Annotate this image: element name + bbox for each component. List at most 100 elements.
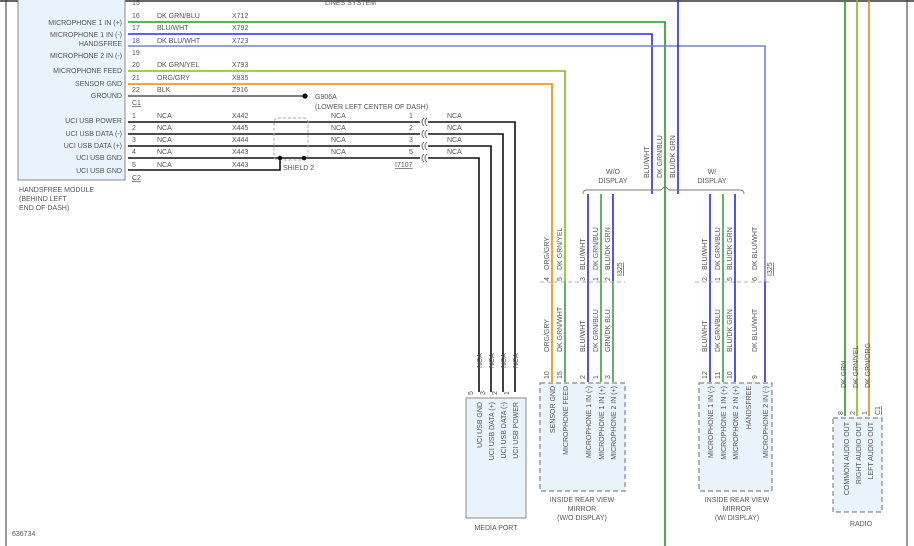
circuit-id: X712 (232, 13, 248, 20)
inline-connector-id[interactable]: I7107 (395, 162, 413, 169)
mirror-w-title: (W/ DISPLAY) (715, 515, 759, 522)
pin-number: 15 (132, 0, 140, 7)
circuit-id: X442 (232, 113, 248, 120)
circuit-id: X793 (232, 62, 248, 69)
pin-number: 16 (132, 13, 140, 20)
pin-number: 5 (727, 277, 734, 281)
wire-color: DK GRN/YEL (557, 227, 564, 270)
wire-usb-gnd-shield (128, 160, 281, 171)
connector-ref[interactable]: I325 (617, 262, 624, 276)
pin-label: MICROPHONE 1 IN (+) (48, 20, 122, 27)
pin-number: 11 (715, 372, 722, 379)
wire-color: NCA (157, 162, 172, 169)
pin-number: 17 (132, 25, 140, 32)
module-title-line: (BEHIND LEFT (19, 196, 68, 203)
mirror-wo-title: (W/O DISPLAY) (557, 515, 607, 522)
wire-color: NCA (157, 113, 172, 120)
pin-label: MICROPHONE FEED (563, 386, 570, 455)
circuit-id: X723 (232, 38, 248, 45)
wire-color: NCA (331, 113, 346, 120)
pin-label: UCI USB DATA (-) (65, 131, 122, 138)
pin-number: 2 (850, 411, 857, 415)
wire-color: NCA (477, 353, 484, 368)
pin-label: UCI USB GND (477, 402, 484, 448)
connector-id[interactable]: C2 (132, 175, 141, 182)
wire-color: NCA (331, 149, 346, 156)
pin-label: SENSOR GND (550, 386, 557, 433)
pin-number: 12 (702, 371, 709, 379)
pin-label: MICROPHONE 2 IN (+) (611, 386, 618, 460)
pin-label: UCI USB POWER (513, 402, 520, 459)
c1-wires (128, 0, 766, 546)
pin-number: 10 (544, 371, 551, 379)
wire-color: DK BLU/WHT (752, 308, 759, 352)
connector-id[interactable]: C1 (875, 406, 882, 415)
module-title-line: END OF DASH) (19, 205, 69, 212)
wire-color: BLK (157, 87, 171, 94)
c1-wire-labels: 15 16 DK GRN/BLU X712 17 BLU/WHT X792 18… (132, 0, 428, 111)
wire-color: DK GRN/ORG (865, 343, 872, 388)
ground-id[interactable]: G906A (315, 94, 337, 101)
pin-number: 3 (580, 277, 587, 281)
pin-label: UCI USB POWER (65, 118, 122, 125)
circuit-id: X835 (232, 75, 248, 82)
pin-number: 2 (492, 391, 499, 395)
figure-id: 636734 (12, 531, 35, 538)
wire-color: GRN/DK BLU (605, 309, 612, 352)
pin-label: MICROPHONE 1 IN (-) (586, 386, 593, 458)
circuit-id: Z916 (232, 87, 248, 94)
wire-color: NCA (447, 113, 462, 120)
shield-outline (273, 117, 309, 161)
ground-location: (LOWER LEFT CENTER OF DASH) (315, 104, 428, 111)
pin-label: MICROPHONE 2 IN (+) (733, 386, 740, 460)
pin-label: UCI USB GND (76, 168, 122, 175)
wire-color: NCA (157, 125, 172, 132)
wire-color: ORG/GRY (157, 75, 190, 82)
pin-number: 8 (838, 411, 845, 415)
wire-color: BLU/WHT (157, 25, 189, 32)
wire-color: BLU/WHT (702, 238, 709, 270)
wire-usb-power-out (428, 121, 516, 392)
inline-connector-icon (421, 117, 428, 163)
pin-number: 1 (715, 277, 722, 281)
wire-color: NCA (513, 353, 520, 368)
pin-number: 1 (132, 113, 136, 120)
mirror-w-title: INSIDE REAR VIEW (705, 497, 770, 504)
pin-number: 4 (132, 149, 136, 156)
media-port-title: MEDIA PORT (474, 525, 518, 532)
pin-label: RIGHT AUDIO OUT (856, 421, 863, 484)
wire-color: DK GRN/YEL (157, 62, 200, 69)
pin-label: MICROPHONE 1 IN (-) (708, 386, 715, 458)
shield-label: SHIELD 2 (283, 165, 314, 172)
wire-color: DK GRN (841, 361, 848, 388)
ground-splice-icon (302, 93, 308, 99)
wire-dk-grn-yel (128, 70, 566, 281)
wire-color: ORG/GRY (544, 319, 551, 352)
wire-color: NCA (331, 125, 346, 132)
pin-number: 1 (409, 113, 413, 120)
wire-color: DK GRN/BLU (657, 135, 664, 178)
pin-label: HANDSFREE (79, 41, 123, 48)
pin-label: MICROPHONE 2 IN (-) (50, 53, 122, 60)
pin-label: MICROPHONE 1 IN (-) (50, 32, 122, 39)
circuit-id: X445 (232, 125, 248, 132)
pin-number: 4 (544, 277, 551, 281)
branch-bracket (582, 185, 745, 195)
pin-label: UCI USB GND (76, 155, 122, 162)
mirror-w-labels: BLU/WHT DK GRN/BLU BLU/DK GRN DK BLU/WHT… (702, 226, 774, 379)
wire-color: BLU/DK GRN (670, 135, 677, 178)
circuit-id: X792 (232, 25, 248, 32)
connector-ref[interactable]: I325 (767, 262, 774, 276)
pin-number: 5 (557, 277, 564, 281)
handsfree-module-box (17, 0, 126, 181)
connector-id[interactable]: C1 (132, 100, 141, 107)
shield-splice-icon (301, 155, 307, 161)
pin-number: 5 (409, 149, 413, 156)
wire-color: BLU/DK GRN (727, 227, 734, 270)
shield-splice-icon (277, 155, 283, 161)
wire-color: BLU/WHT (580, 238, 587, 270)
pin-label: UCI USB DATA (-) (501, 402, 508, 459)
pin-number: 3 (409, 137, 413, 144)
pin-number: 3 (605, 375, 612, 379)
pin-number: 2 (702, 277, 709, 281)
